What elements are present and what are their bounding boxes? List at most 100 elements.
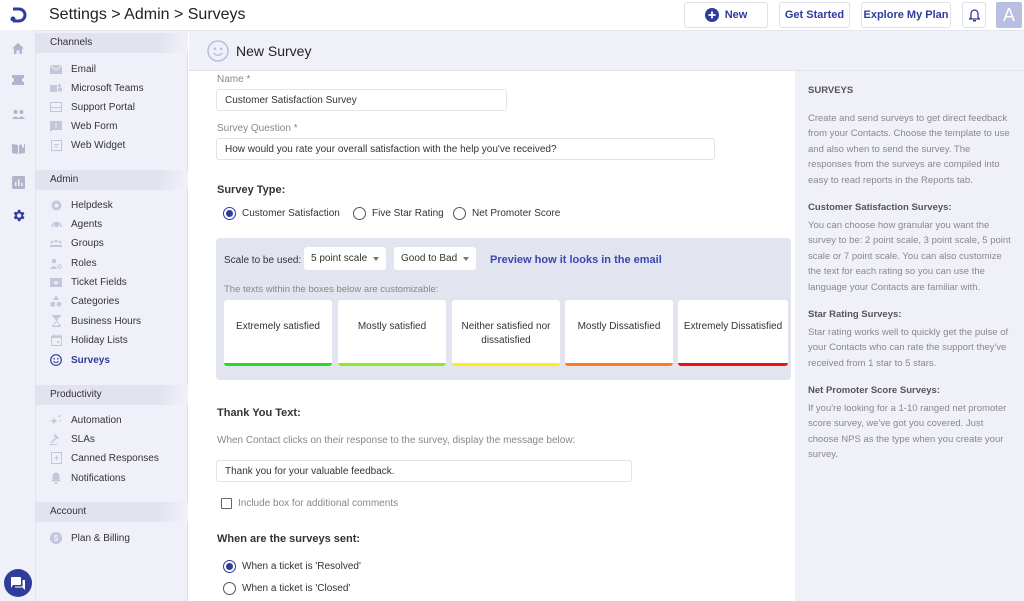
smiley-icon — [50, 354, 62, 366]
gavel-icon — [50, 433, 62, 445]
home-icon[interactable] — [8, 38, 28, 58]
new-button[interactable]: New — [684, 2, 768, 28]
preview-email-link[interactable]: Preview how it looks in the email — [490, 254, 662, 266]
avatar[interactable]: A — [996, 2, 1022, 28]
smiley-icon — [207, 40, 229, 67]
categories-icon — [50, 295, 62, 307]
dollar-icon: $ — [50, 532, 62, 544]
thank-you-input[interactable]: Thank you for your valuable feedback. — [216, 460, 632, 482]
sidebar-item-ticket-fields[interactable]: Ticket Fields — [50, 273, 127, 291]
section-account: Account — [36, 502, 188, 522]
sidebar-item-groups[interactable]: Groups — [50, 234, 104, 252]
knowledge-base-icon[interactable] — [8, 138, 28, 158]
info-body-star: Star rating works well to quickly get th… — [808, 326, 1009, 369]
sidebar-item-roles[interactable]: Roles — [50, 254, 97, 272]
bell-icon — [50, 472, 62, 484]
name-input[interactable]: Customer Satisfaction Survey — [216, 89, 507, 111]
rating-box[interactable]: Extremely satisfied — [224, 300, 332, 366]
canned-response-icon — [50, 452, 62, 464]
sidebar-item-support-portal[interactable]: Support Portal — [50, 98, 135, 116]
rating-box[interactable]: Neither satisfied nor dissatisfied — [452, 300, 560, 366]
survey-question-input[interactable]: How would you rate your overall satisfac… — [216, 138, 715, 160]
scale-select[interactable]: 5 point scale — [304, 247, 387, 270]
when-sent-label: When are the surveys sent: — [217, 533, 361, 545]
info-intro: Create and send surveys to get direct fe… — [808, 112, 1010, 186]
sidebar-item-canned-responses[interactable]: Canned Responses — [50, 449, 159, 467]
sidebar-item-agents[interactable]: Agents — [50, 215, 102, 233]
rating-box[interactable]: Extremely Dissatisfied — [678, 300, 788, 366]
sidebar-item-automation[interactable]: Automation — [50, 411, 122, 429]
sidebar-item-notifications[interactable]: Notifications — [50, 469, 125, 487]
additional-comments-checkbox[interactable]: Include box for additional comments — [221, 498, 398, 509]
rating-color-bar — [565, 363, 673, 366]
scale-label: Scale to be used: — [224, 255, 302, 266]
get-started-button[interactable]: Get Started — [779, 2, 850, 28]
rating-color-bar — [338, 363, 446, 366]
svg-text:$: $ — [54, 534, 59, 543]
sidebar-item-slas[interactable]: SLAs — [50, 430, 95, 448]
rating-color-bar — [224, 363, 332, 366]
rating-box[interactable]: Mostly satisfied — [338, 300, 446, 366]
radio-customer-satisfaction[interactable]: Customer Satisfaction — [223, 207, 340, 220]
reports-icon[interactable] — [8, 172, 28, 192]
radio-when-closed[interactable]: When a ticket is 'Closed' — [223, 582, 350, 595]
sparkle-icon — [50, 414, 62, 426]
agents-icon — [50, 218, 62, 230]
radio-net-promoter-score[interactable]: Net Promoter Score — [453, 207, 560, 220]
sidebar-item-web-widget[interactable]: Web Widget — [50, 136, 125, 154]
page-title: New Survey — [236, 43, 312, 59]
sidebar-item-email[interactable]: Email — [50, 60, 96, 78]
sidebar-item-business-hours[interactable]: Business Hours — [50, 312, 141, 330]
info-body-csat: You can choose how granular you want the… — [808, 219, 1011, 293]
hourglass-icon — [50, 315, 62, 327]
sidebar-item-microsoft-teams[interactable]: Microsoft Teams — [50, 79, 144, 97]
radio-five-star-rating[interactable]: Five Star Rating — [353, 207, 444, 220]
sidebar-item-plan-billing[interactable]: $ Plan & Billing — [50, 529, 130, 547]
radio-when-resolved[interactable]: When a ticket is 'Resolved' — [223, 560, 361, 573]
notifications-button[interactable] — [962, 2, 986, 28]
icon-rail — [0, 0, 36, 601]
section-productivity: Productivity — [36, 385, 188, 405]
plus-circle-icon — [704, 8, 719, 22]
caret-down-icon — [373, 256, 380, 261]
contacts-icon[interactable] — [8, 104, 28, 124]
web-widget-icon — [50, 139, 62, 151]
chat-icon — [11, 576, 25, 590]
info-panel: SURVEYS Create and send surveys to get d… — [795, 71, 1024, 601]
order-select[interactable]: Good to Bad — [394, 247, 477, 270]
sidebar-item-categories[interactable]: Categories — [50, 292, 119, 310]
calendar-icon — [50, 334, 62, 346]
survey-type-label: Survey Type: — [217, 184, 286, 196]
portal-icon — [50, 101, 62, 113]
chat-button[interactable] — [4, 569, 32, 597]
info-body-nps: If you're looking for a 1-10 ranged net … — [808, 402, 1007, 461]
caret-down-icon — [463, 256, 470, 261]
radio-selected-icon — [223, 207, 236, 220]
scale-panel: Scale to be used: 5 point scale Good to … — [216, 238, 791, 380]
radio-selected-icon — [223, 560, 236, 573]
groups-icon — [50, 237, 62, 249]
web-form-icon — [50, 120, 62, 132]
ticket-fields-icon — [50, 276, 62, 288]
radio-unselected-icon — [353, 207, 366, 220]
info-heading-star: Star Rating Surveys: — [808, 309, 902, 320]
tickets-icon[interactable] — [8, 70, 28, 90]
thank-you-label: Thank You Text: — [217, 407, 301, 419]
section-channels: Channels — [36, 33, 188, 53]
rating-box[interactable]: Mostly Dissatisfied — [565, 300, 673, 366]
breadcrumb: Settings > Admin > Surveys — [49, 6, 246, 23]
sidebar-item-surveys[interactable]: Surveys — [50, 351, 110, 369]
bell-icon — [968, 8, 980, 21]
section-admin: Admin — [36, 170, 188, 190]
sidebar-item-holiday-lists[interactable]: Holiday Lists — [50, 331, 128, 349]
sidebar-item-web-form[interactable]: Web Form — [50, 117, 118, 135]
logo-icon — [10, 7, 27, 23]
sidebar-item-helpdesk[interactable]: Helpdesk — [50, 196, 113, 214]
roles-icon — [50, 257, 62, 269]
name-label: Name * — [217, 74, 251, 85]
explore-my-plan-button[interactable]: Explore My Plan — [861, 2, 951, 28]
app-logo[interactable] — [0, 0, 36, 30]
top-bar: Settings > Admin > Surveys New Get Start… — [36, 0, 1024, 31]
settings-icon[interactable] — [8, 205, 28, 225]
page-header: New Survey — [189, 31, 1024, 71]
